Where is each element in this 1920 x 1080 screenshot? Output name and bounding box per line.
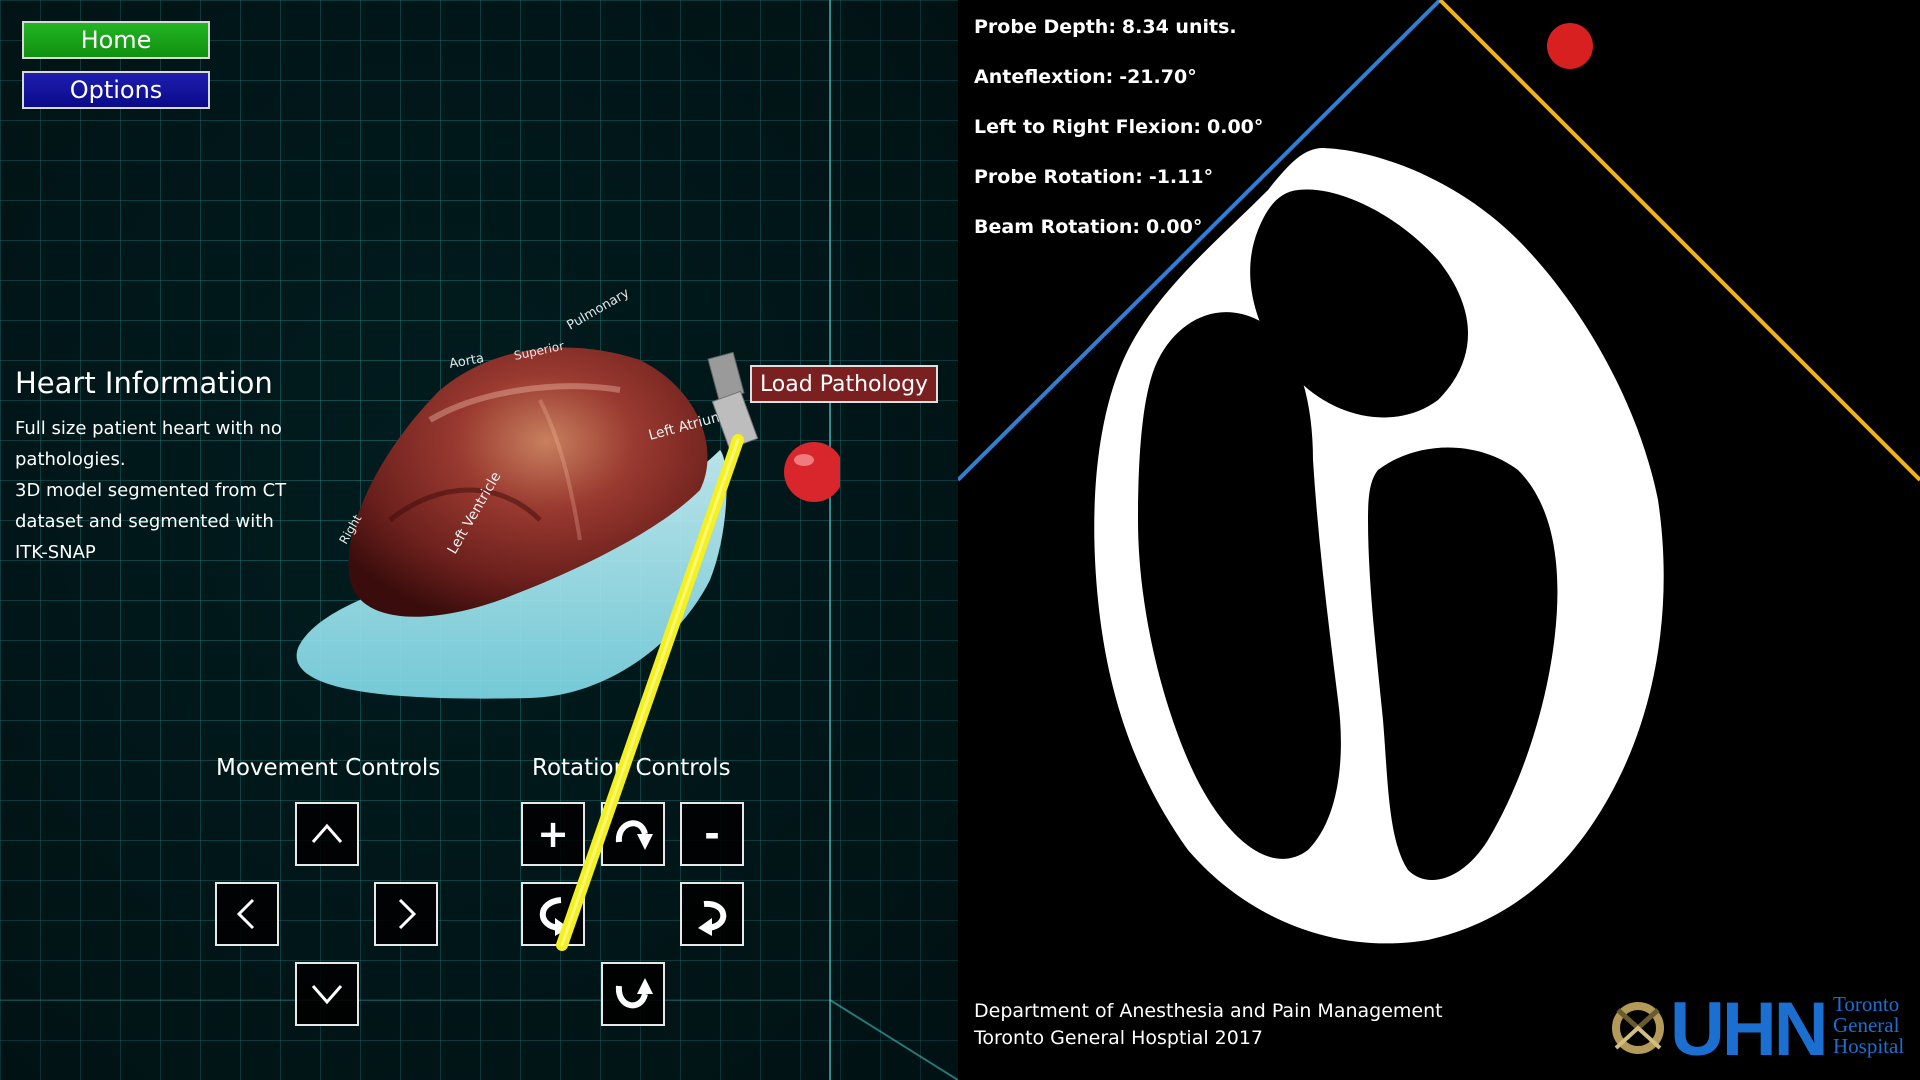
zoom-out-button[interactable]: - [680,802,744,866]
readout-lr-flexion: Left to Right Flexion: 0.00° [974,116,1263,138]
heart-info-title: Heart Information [15,366,273,400]
chevron-down-icon [311,985,343,1005]
rotate-right-button[interactable] [680,882,744,946]
rotate-ccw-icon [539,897,569,936]
logo-hospital-name: Toronto General Hospital [1833,994,1904,1057]
readout-label: Beam Rotation: [974,216,1140,238]
rotate-up-arrow-icon [615,978,653,1009]
heart-info-line: pathologies. [15,449,126,470]
heart-info-line: dataset and segmented with [15,511,274,532]
move-up-button[interactable] [295,802,359,866]
home-button[interactable]: Home [22,21,210,59]
readout-probe-rotation: Probe Rotation: -1.11° [974,166,1213,188]
heart-info-line: ITK-SNAP [15,542,96,563]
readout-anteflexion: Anteflextion: -21.70° [974,66,1197,88]
options-button[interactable]: Options [22,71,210,109]
logo-acronym: UHN [1670,987,1829,1072]
rotate-left-button[interactable] [521,882,585,946]
rotate-down-arrow-icon [615,820,653,850]
chevron-up-icon [311,823,343,843]
readout-label: Anteflextion: [974,66,1114,88]
heart-3d-viewport[interactable]: Home Options Heart Information Full size… [0,0,958,1080]
heart-info-line: 3D model segmented from CT [15,480,287,501]
move-left-button[interactable] [215,882,279,946]
readout-label: Probe Rotation: [974,166,1143,188]
readout-label: Left to Right Flexion: [974,116,1201,138]
footer-department: Department of Anesthesia and Pain Manage… [974,1000,1443,1022]
uhn-emblem-icon [1612,1002,1664,1054]
load-pathology-button[interactable]: Load Pathology [750,365,938,403]
move-down-button[interactable] [295,962,359,1026]
readout-value: -21.70° [1119,66,1197,88]
readout-value: 0.00° [1207,116,1264,138]
chevron-left-icon [236,898,255,930]
readout-beam-rotation: Beam Rotation: 0.00° [974,216,1202,238]
zoom-in-button[interactable]: + [521,802,585,866]
rotate-forward-button[interactable] [601,802,665,866]
movement-controls-title: Movement Controls [216,755,441,781]
orientation-marker [1547,23,1593,69]
readout-label: Probe Depth: [974,16,1116,38]
label-pulmonary: Pulmonary [565,286,633,334]
rotate-backward-button[interactable] [601,962,665,1026]
readout-probe-depth: Probe Depth: 8.34 units. [974,16,1237,38]
uhn-logo: UHN Toronto General Hospital [1608,987,1908,1072]
probe-target-ball[interactable] [784,442,840,502]
footer-hospital: Toronto General Hosptial 2017 [974,1027,1264,1049]
readout-value: 0.00° [1145,216,1203,238]
ultrasound-view: Probe Depth: 8.34 units. Anteflextion: -21… [958,0,1920,1080]
rotate-cw-icon [698,900,727,936]
logo-line: Toronto [1833,992,1900,1016]
ultrasound-image [958,0,1920,944]
app-root: Home Options Heart Information Full size… [0,0,1920,1080]
logo-line: Hospital [1833,1034,1905,1058]
readout-value: -1.11° [1148,166,1214,188]
readout-value: 8.34 units. [1121,16,1237,38]
heart-info-description: Full size patient heart with no patholog… [15,413,315,568]
logo-line: General [1833,1013,1900,1037]
chevron-right-icon [398,898,417,930]
heart-model[interactable]: Aorta Pulmonary Superior Left Atrium Rig… [280,280,840,720]
heart-info-line: Full size patient heart with no [15,418,282,439]
move-right-button[interactable] [374,882,438,946]
rotation-controls-title: Rotation Controls [532,755,731,781]
